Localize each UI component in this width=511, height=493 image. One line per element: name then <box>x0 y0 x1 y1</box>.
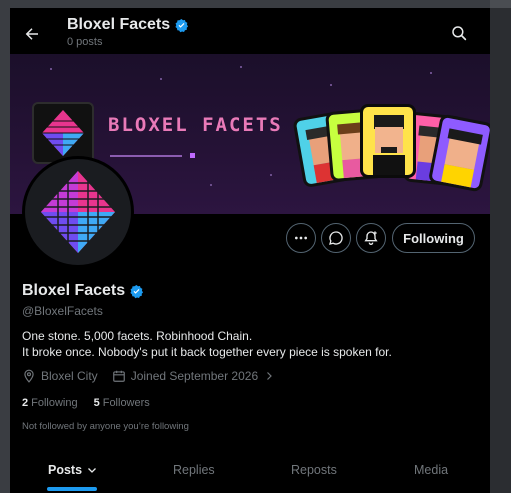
join-date-text: Joined September 2026 <box>130 369 259 383</box>
tab-media[interactable]: Media <box>414 463 448 477</box>
join-date: Joined September 2026 <box>112 369 275 383</box>
banner-character-card <box>360 104 416 178</box>
more-icon <box>295 236 307 240</box>
scrollbar-track[interactable] <box>490 0 511 493</box>
not-followed-note: Not followed by anyone you’re following <box>22 421 189 432</box>
more-button[interactable] <box>286 223 316 253</box>
followers-label: Followers <box>102 397 150 409</box>
banner-logo <box>32 102 94 164</box>
bio-line: One stone. 5,000 facets. Robinhood Chain… <box>22 329 253 343</box>
header-title-block: Bloxel Facets 0 posts <box>67 16 189 48</box>
profile-bio: One stone. 5,000 facets. Robinhood Chain… <box>22 328 482 360</box>
back-button[interactable] <box>20 22 44 46</box>
following-button[interactable]: Following <box>392 223 475 253</box>
calendar-icon <box>112 370 125 382</box>
following-count-link[interactable]: 2 Following <box>22 397 78 409</box>
profile-actions: Following <box>10 223 490 253</box>
tab-reposts[interactable]: Reposts <box>291 463 337 477</box>
following-label: Following <box>31 397 78 409</box>
following-count: 2 <box>22 397 29 409</box>
banner-title: BLOXEL FACETS <box>108 114 283 136</box>
followers-count-link[interactable]: 5 Followers <box>94 397 150 409</box>
active-tab-indicator <box>47 487 97 491</box>
top-bar: Bloxel Facets 0 posts <box>10 8 490 54</box>
profile-name-text: Bloxel Facets <box>22 282 126 299</box>
tab-replies[interactable]: Replies <box>173 463 215 477</box>
location-text: Bloxel City <box>41 369 98 383</box>
banner-dot <box>190 153 195 158</box>
tab-label: Posts <box>48 463 83 477</box>
notifications-button[interactable] <box>356 223 386 253</box>
search-icon <box>452 26 467 41</box>
profile-tabs: Posts Replies Reposts Media <box>10 457 490 493</box>
header-title-text: Bloxel Facets <box>67 16 171 33</box>
follow-counts: 2 Following 5 Followers <box>22 397 150 409</box>
search-button[interactable] <box>450 24 470 44</box>
profile-name: Bloxel Facets <box>22 282 144 300</box>
post-count: 0 posts <box>67 36 103 48</box>
tab-posts[interactable]: Posts <box>48 463 98 477</box>
chevron-right-icon[interactable] <box>263 370 275 382</box>
notification-bell-icon <box>364 231 378 245</box>
chevron-down-icon <box>88 468 97 473</box>
verified-icon <box>130 284 144 298</box>
bio-line: It broke once. Nobody's put it back toge… <box>22 345 392 359</box>
message-icon <box>329 231 343 245</box>
header-title: Bloxel Facets <box>67 16 189 34</box>
window-frame: Bloxel Facets 0 posts BLOXEL FACETS Foll… <box>0 0 511 493</box>
verified-icon <box>175 18 189 32</box>
profile-panel: Bloxel Facets 0 posts BLOXEL FACETS Foll… <box>10 8 490 493</box>
back-arrow-icon <box>25 28 38 40</box>
profile-handle: @BloxelFacets <box>22 304 103 318</box>
followers-count: 5 <box>93 397 100 409</box>
location: Bloxel City <box>22 369 98 383</box>
location-icon <box>24 369 34 383</box>
banner-divider <box>110 155 182 157</box>
message-button[interactable] <box>321 223 351 253</box>
profile-meta: Bloxel City Joined September 2026 <box>22 369 289 383</box>
